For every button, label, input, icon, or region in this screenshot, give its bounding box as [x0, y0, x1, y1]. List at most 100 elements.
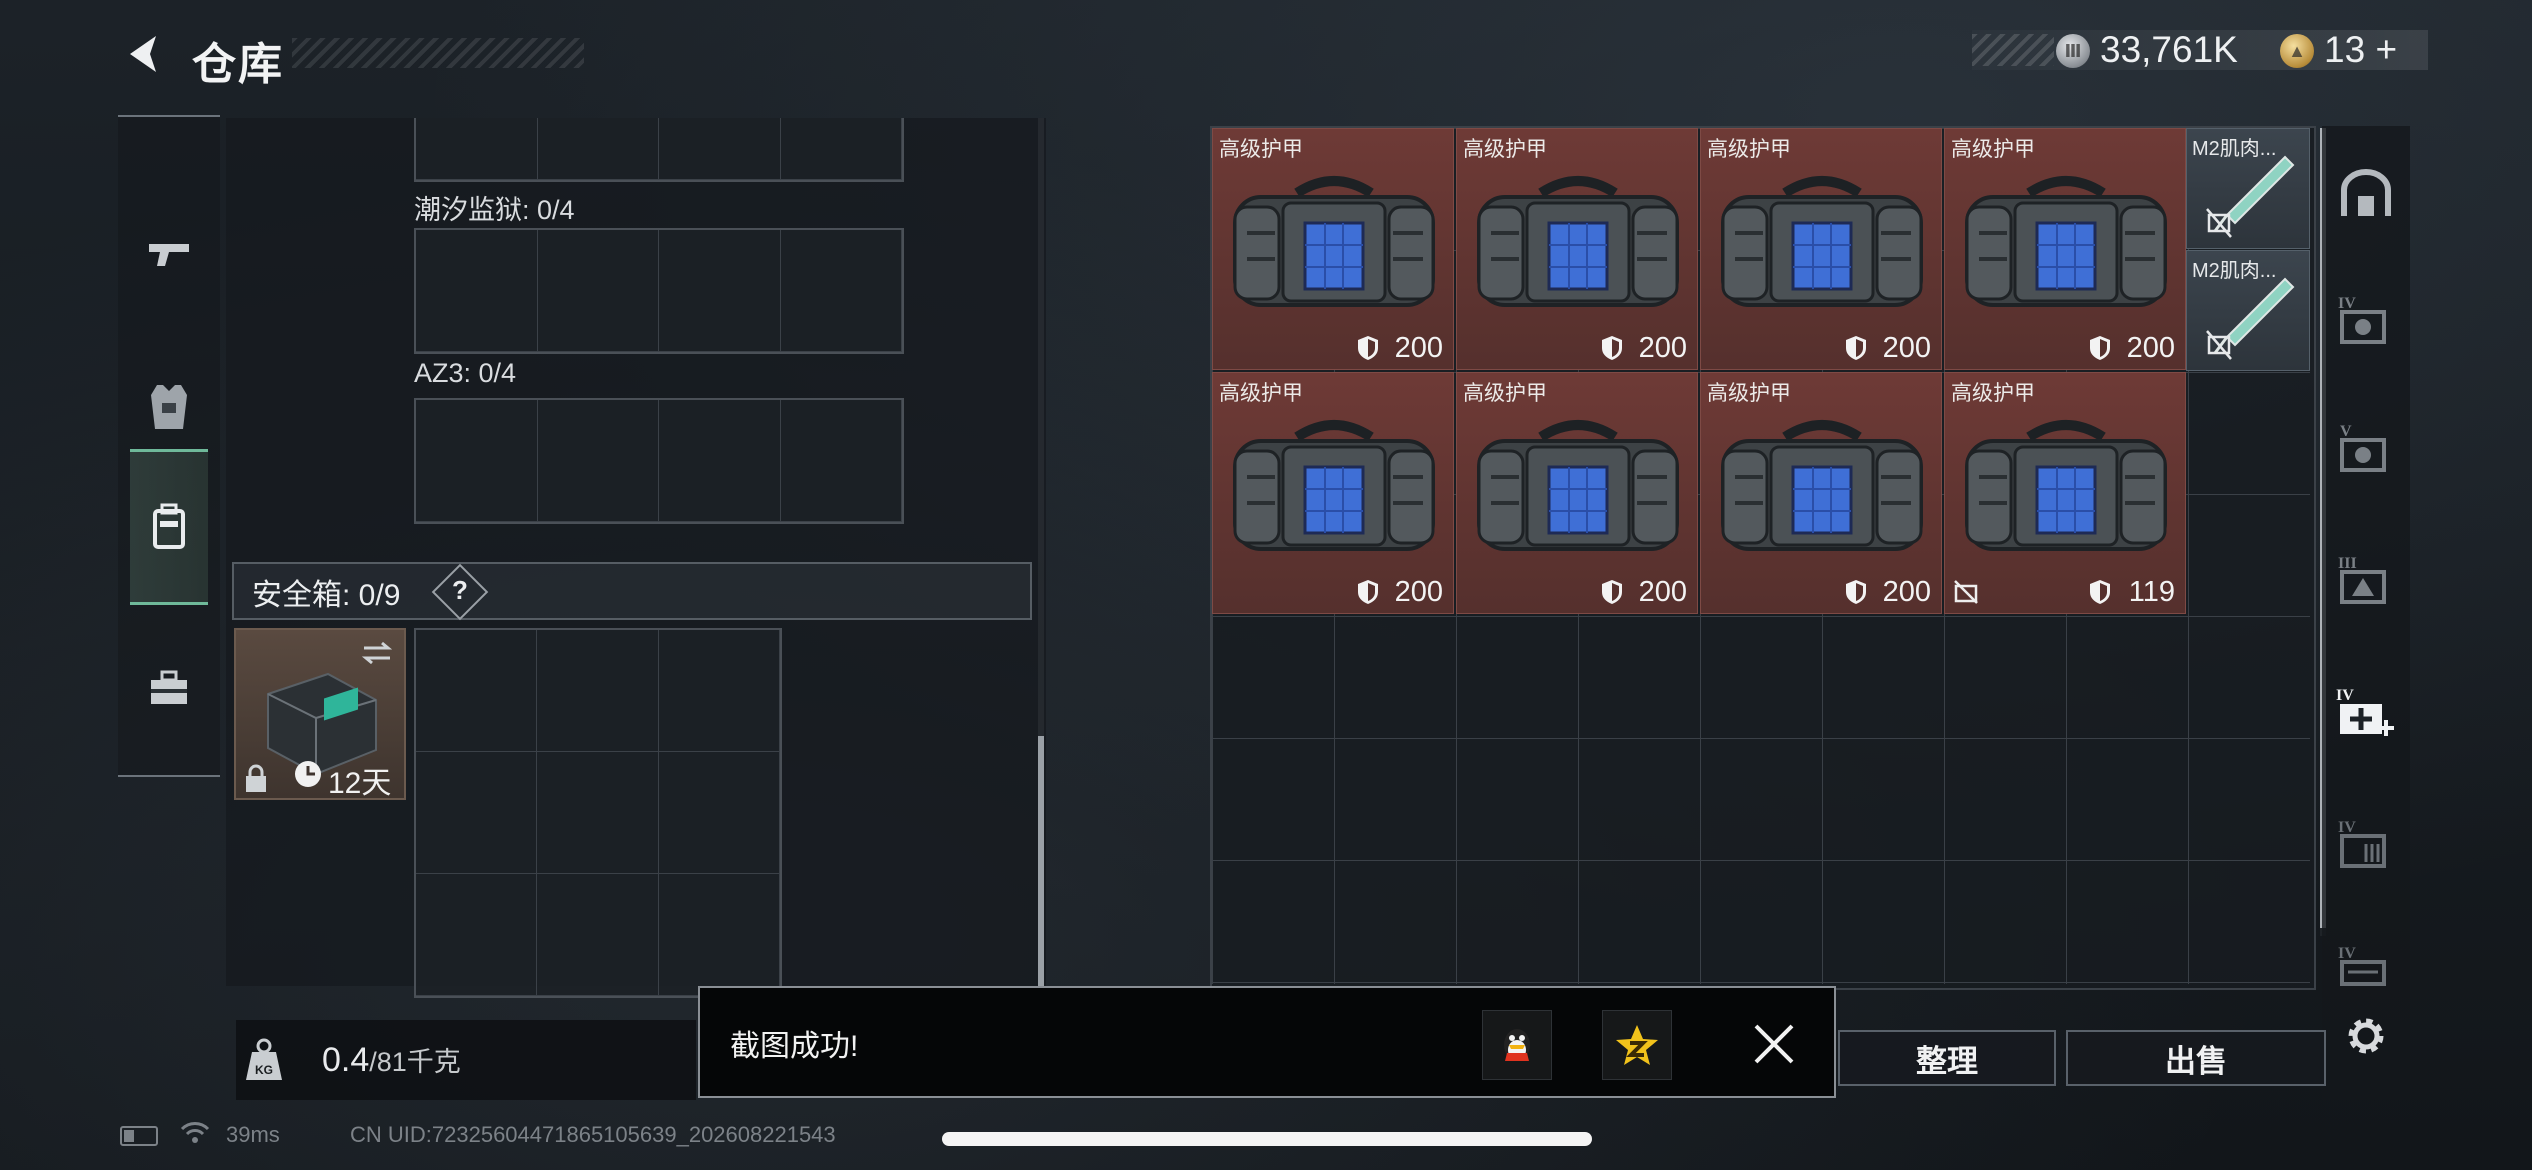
armor-bag-icon: [1959, 163, 2173, 318]
inventory-item-armor[interactable]: 高级护甲 200: [1700, 128, 1942, 370]
filter-level-3-button[interactable]: III: [2330, 544, 2402, 616]
item-durability: 200: [1882, 332, 1931, 364]
gear-icon: [2348, 1018, 2384, 1054]
page-title: 仓库: [192, 40, 284, 89]
inventory-item-armor[interactable]: 高级护甲 200: [1456, 372, 1698, 614]
add-gold-icon[interactable]: +: [2375, 29, 2397, 70]
home-indicator[interactable]: [942, 1132, 1592, 1146]
az3-label: AZ3: 0/4: [414, 358, 517, 388]
container-grid-top[interactable]: [414, 118, 904, 182]
item-durability: 200: [2126, 332, 2175, 364]
syringe-icon: [2206, 277, 2295, 360]
inventory-item-armor[interactable]: 高级护甲 200: [1212, 128, 1454, 370]
lock-icon: [246, 764, 266, 792]
item-name: 高级护甲: [1219, 382, 1303, 405]
weight-current: 0.4: [322, 1041, 370, 1079]
svg-text:IV: IV: [2338, 945, 2356, 962]
inventory-item-armor[interactable]: 高级护甲 200: [1212, 372, 1454, 614]
durability-shield-icon: [1845, 335, 1867, 361]
back-arrow-icon: [130, 36, 156, 72]
wifi-icon: [180, 1120, 210, 1151]
silver-currency-amount: 33,761K: [2100, 29, 2238, 70]
share-qzone-button[interactable]: [1602, 1010, 1672, 1080]
filter-medical-button[interactable]: IV: [2330, 676, 2402, 748]
inventory-item-syringe[interactable]: M2肌肉...: [2186, 250, 2310, 371]
item-durability: 200: [1882, 576, 1931, 608]
item-durability: 119: [2128, 576, 2175, 608]
item-name: 高级护甲: [1219, 138, 1303, 161]
weight-value: 0.4/81千克: [322, 1040, 461, 1080]
gold-coin-icon: ▲: [2280, 34, 2314, 68]
game-screen: 仓库 Ⅲ 33,761K ▲ 13 + 潮汐监狱: 0/4 AZ3: 0/4 安…: [0, 0, 2532, 1170]
filter-all-button[interactable]: [2330, 158, 2402, 230]
inventory-item-armor[interactable]: 高级护甲 200: [1944, 128, 2186, 370]
toast-message: 截图成功!: [730, 1030, 859, 1063]
filter-other-button[interactable]: IV: [2330, 928, 2402, 1000]
backpack-icon: [153, 503, 185, 549]
weight-max: /81千克: [369, 1047, 461, 1077]
item-name: 高级护甲: [1463, 382, 1547, 405]
currency-decoration: [1972, 34, 2054, 66]
svg-text:IV: IV: [2336, 687, 2354, 704]
durability-shield-icon: [2089, 335, 2111, 361]
inventory-item-armor[interactable]: 高级护甲 200: [1700, 372, 1942, 614]
toolbox-icon: [151, 670, 187, 704]
armor-bag-icon: [1715, 163, 1929, 318]
medical-icon: IV: [2336, 687, 2394, 736]
clock-icon: [295, 761, 321, 787]
tide-prison-grid[interactable]: [414, 228, 904, 354]
az3-grid[interactable]: [414, 398, 904, 524]
qzone-star-icon: [1616, 1025, 1658, 1065]
gold-amount-value: 13: [2324, 29, 2366, 70]
settings-button[interactable]: [2330, 1000, 2402, 1072]
container-scroll-thumb[interactable]: [1038, 736, 1044, 986]
item-name: 高级护甲: [1951, 382, 2035, 405]
tide-prison-label: 潮汐监狱: 0/4: [414, 195, 575, 225]
weight-icon: KG: [244, 1038, 284, 1087]
sort-button[interactable]: 整理: [1838, 1030, 2056, 1086]
nav-item-weapons[interactable]: [130, 179, 208, 329]
durability-shield-icon: [1357, 335, 1379, 361]
item-durability: 200: [1638, 332, 1687, 364]
network-ping: 39ms: [226, 1122, 280, 1147]
svg-text:IV: IV: [2338, 819, 2356, 836]
safebox-label: 安全箱: 0/9: [252, 579, 401, 612]
durability-shield-icon: [1601, 579, 1623, 605]
weight-bar: [236, 1020, 696, 1100]
inventory-item-armor[interactable]: 高级护甲 200: [1456, 128, 1698, 370]
durability-shield-icon: [1357, 579, 1379, 605]
nav-item-backpack[interactable]: [130, 449, 208, 605]
safebox-grid[interactable]: [414, 628, 782, 998]
filter-level-5-button[interactable]: V: [2330, 412, 2402, 484]
help-icon[interactable]: ?: [446, 572, 474, 608]
gold-currency-amount[interactable]: 13 +: [2324, 29, 2397, 71]
armor-bag-icon: [1715, 407, 1929, 562]
inventory-item-syringe[interactable]: M2肌肉...: [2186, 128, 2310, 249]
swap-icon: [361, 641, 393, 665]
inventory-item-armor[interactable]: 高级护甲 119: [1944, 372, 2186, 614]
title-decoration: [292, 38, 584, 68]
safebox-duration: 12天: [328, 767, 392, 800]
item-durability: 200: [1394, 576, 1443, 608]
svg-text:KG: KG: [255, 1063, 273, 1077]
back-button[interactable]: [118, 28, 170, 80]
durability-shield-icon: [1601, 335, 1623, 361]
armor-bag-icon: [1471, 407, 1685, 562]
armor-bag-icon: [1959, 407, 2173, 562]
share-qq-button[interactable]: [1482, 1010, 1552, 1080]
player-uid: CN UID:7232560447186510563​9_20260822154…: [350, 1122, 836, 1147]
svg-text:V: V: [2340, 423, 2352, 440]
filter-all-icon: [2341, 169, 2391, 216]
sell-button[interactable]: 出售: [2066, 1030, 2326, 1086]
no-trade-icon: [1953, 579, 1979, 605]
svg-text:III: III: [2338, 555, 2357, 572]
pistol-icon: [149, 244, 189, 266]
filter-level-4-button[interactable]: IV: [2330, 284, 2402, 356]
category-nav: [118, 115, 220, 777]
item-name: 高级护甲: [1707, 138, 1791, 161]
toast-close-button[interactable]: [1748, 1018, 1800, 1070]
filter-bag-button[interactable]: IV: [2330, 808, 2402, 880]
svg-text:IV: IV: [2338, 295, 2356, 312]
nav-item-supplies[interactable]: [130, 613, 208, 763]
level-5-icon: V: [2340, 423, 2386, 472]
